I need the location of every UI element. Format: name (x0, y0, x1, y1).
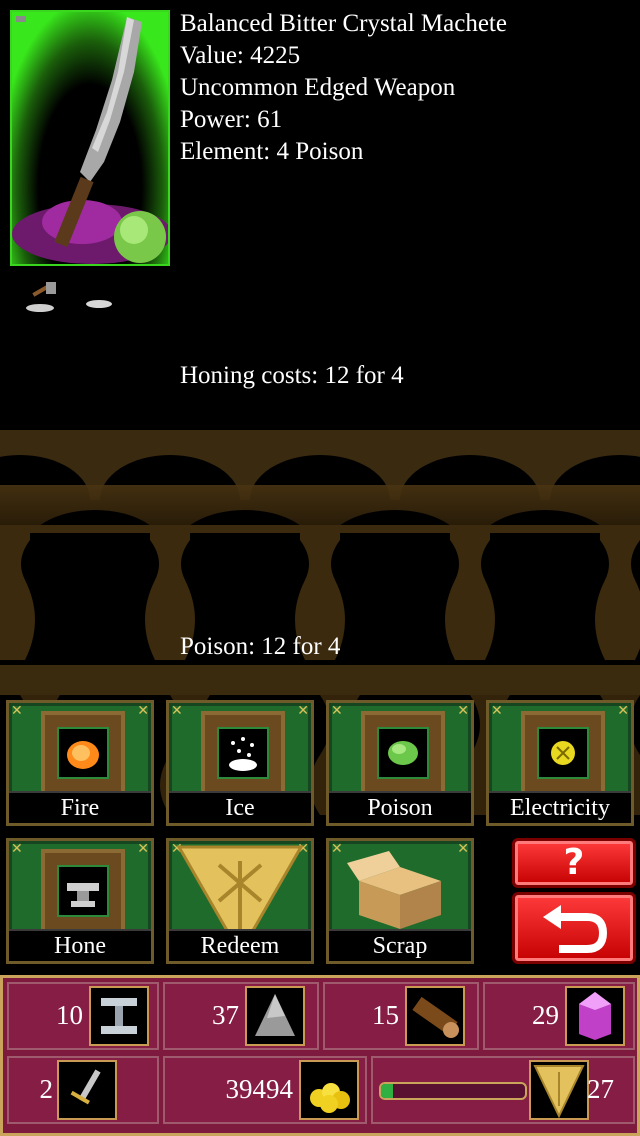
swords-count: 2 (39, 1074, 54, 1104)
wood-log-icon (405, 986, 465, 1046)
stone-icon (245, 986, 305, 1046)
gold-coins-icon (299, 1060, 359, 1120)
machete-icon (12, 16, 168, 264)
token-progress-bar (379, 1082, 527, 1100)
corner-ornament: ✕ (171, 703, 183, 719)
corner-ornament: ✕ (617, 703, 629, 719)
back-button[interactable] (512, 892, 636, 964)
corner-ornament: ✕ (11, 841, 23, 857)
swords-resource: 2 (7, 1056, 159, 1124)
scrap-button[interactable]: ✕ ✕ Scrap (326, 838, 474, 964)
poison-button[interactable]: ✕ ✕ Poison (326, 700, 474, 826)
icon-frame (361, 711, 445, 795)
icon-frame (41, 849, 125, 933)
scrap-label: Scrap (329, 929, 471, 961)
hone-label: Hone (9, 929, 151, 961)
corner-ornament: ✕ (297, 703, 309, 719)
item-info: Balanced Bitter Crystal Machete Value: 4… (180, 8, 507, 168)
item-portrait[interactable] (10, 10, 170, 266)
fire-label: Fire (9, 791, 151, 823)
ice-icon (217, 727, 269, 779)
electricity-icon (537, 727, 589, 779)
fire-icon (57, 727, 109, 779)
wood-resource: 15 (323, 982, 479, 1050)
anvil-icon (57, 865, 109, 917)
corner-ornament: ✕ (491, 703, 503, 719)
anvil-slot-icon (84, 292, 114, 317)
help-icon: ? (563, 842, 585, 883)
gold-count: 39494 (225, 1074, 294, 1104)
gold-resource: 39494 (163, 1056, 367, 1124)
corner-ornament: ✕ (331, 703, 343, 719)
icon-frame (41, 711, 125, 795)
token-count: 27 (587, 1074, 614, 1104)
back-arrow-icon (543, 905, 608, 953)
corner-ornament: ✕ (137, 703, 149, 719)
hone-button[interactable]: ✕ ✕ Hone (6, 838, 154, 964)
help-button[interactable]: ? (512, 838, 636, 888)
redeem-button[interactable]: ✕ ✕ Redeem (166, 838, 314, 964)
honing-costs: Honing costs: 12 for 4 (180, 362, 404, 389)
item-rarity: Uncommon Edged Weapon (180, 74, 456, 101)
sword-icon (57, 1060, 117, 1120)
poison-label: Poison (329, 791, 471, 823)
item-power: Power: 61 (180, 106, 283, 133)
icon-frame (521, 711, 605, 795)
electricity-button[interactable]: ✕ ✕ Electricity (486, 700, 634, 826)
steel-beam-icon (89, 986, 149, 1046)
item-name: Balanced Bitter Crystal Machete (180, 10, 507, 37)
crystal-count: 29 (532, 1000, 559, 1030)
corner-ornament: ✕ (11, 703, 23, 719)
box-icon (347, 851, 441, 929)
electricity-label: Electricity (489, 791, 631, 823)
token-resource: 27 (371, 1056, 635, 1124)
corner-ornament: ✕ (457, 703, 469, 719)
token-icon (176, 845, 304, 933)
wood-count: 15 (372, 1000, 399, 1030)
ice-button[interactable]: ✕ ✕ Ice (166, 700, 314, 826)
ice-label: Ice (169, 791, 311, 823)
element-costs: Poison: 12 for 4 (180, 633, 341, 660)
steel-resource: 10 (7, 982, 159, 1050)
poison-icon (377, 727, 429, 779)
resource-panel: 10 37 15 29 2 39494 27 (0, 975, 640, 1136)
stone-resource: 37 (163, 982, 319, 1050)
token-icon (529, 1060, 589, 1120)
crystal-resource: 29 (483, 982, 635, 1050)
stone-count: 37 (212, 1000, 239, 1030)
item-value: Value: 4225 (180, 42, 301, 69)
icon-frame (201, 711, 285, 795)
item-element: Element: 4 Poison (180, 138, 364, 165)
token-progress-fill (381, 1084, 393, 1098)
fire-button[interactable]: ✕ ✕ Fire (6, 700, 154, 826)
corner-ornament: ✕ (137, 841, 149, 857)
steel-count: 10 (56, 1000, 83, 1030)
crystal-icon (565, 986, 625, 1046)
hatchet-icon (22, 280, 62, 319)
redeem-label: Redeem (169, 929, 311, 961)
